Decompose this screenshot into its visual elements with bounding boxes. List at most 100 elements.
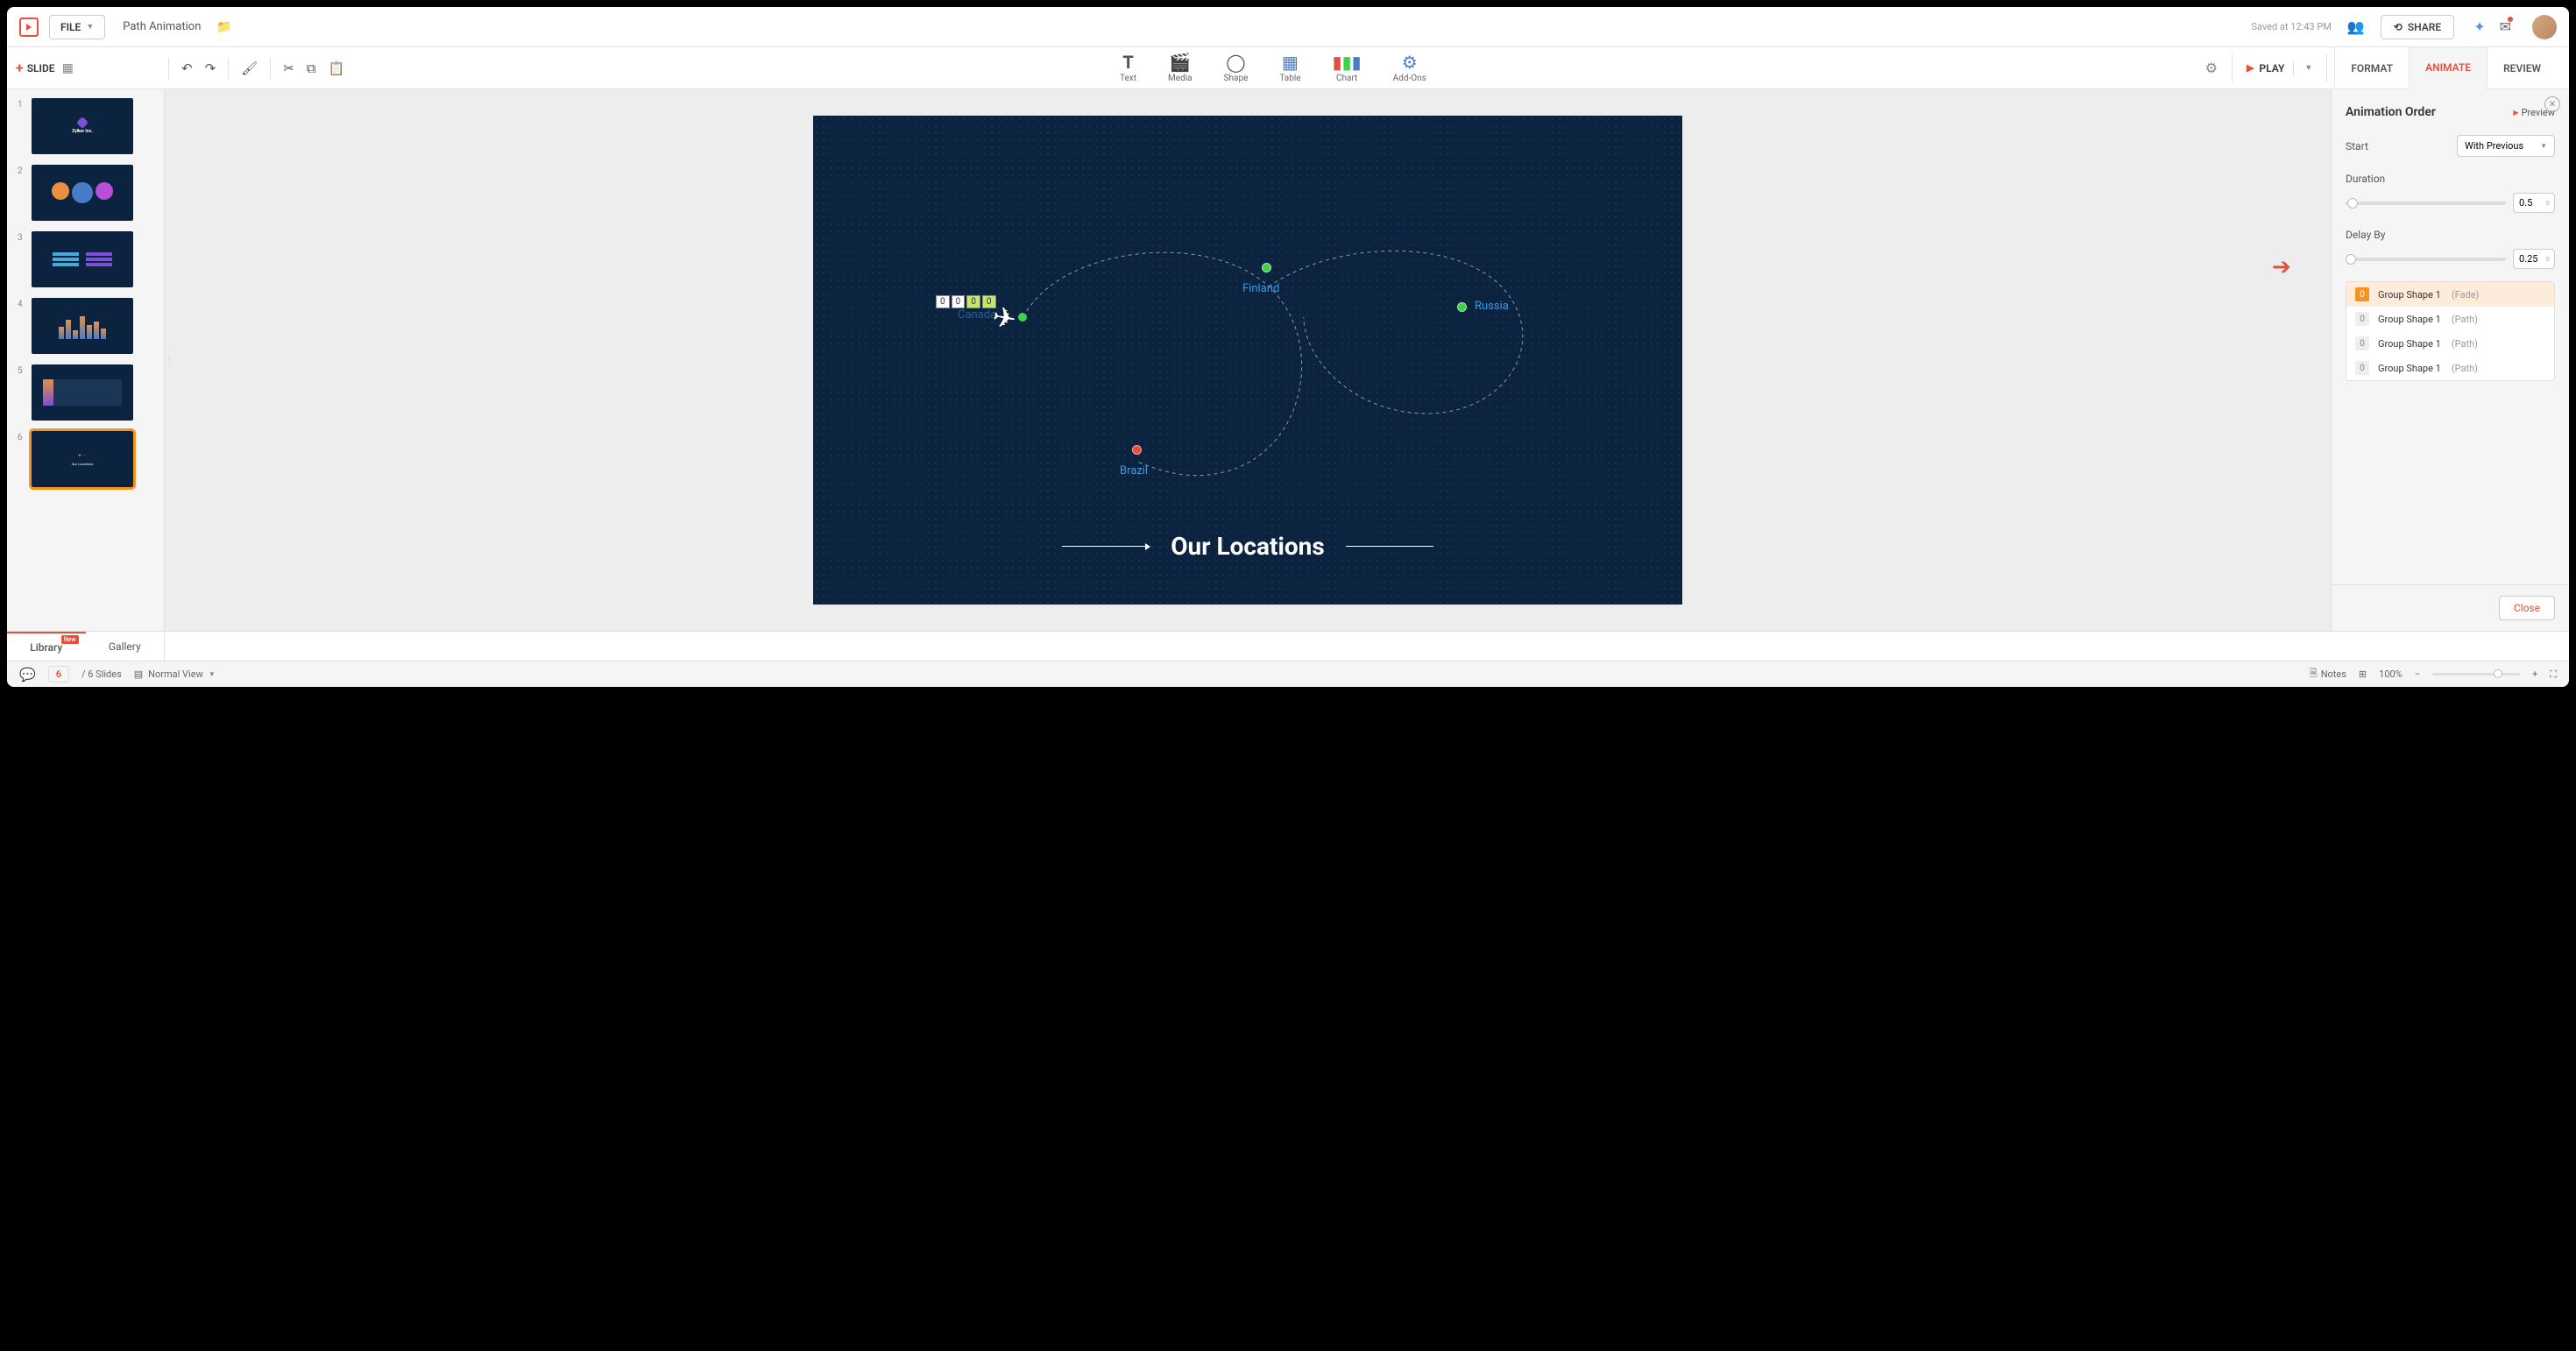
insert-shape-button[interactable]: ◯Shape xyxy=(1224,53,1249,83)
ruler-icon[interactable]: ⊞ xyxy=(2359,668,2367,680)
thumb-number: 6 xyxy=(18,431,25,487)
saved-status: Saved at 12:43 PM xyxy=(2251,21,2331,32)
thumb-number: 5 xyxy=(18,364,25,421)
delay-slider[interactable] xyxy=(2346,258,2506,261)
main-area: 1Zylker Inc. 2 3 4 5 6▸▸✈ · · ·Our Locat… xyxy=(7,89,2569,631)
zoom-out-button[interactable]: − xyxy=(2415,668,2420,680)
slide-thumbnail[interactable]: Zylker Inc. xyxy=(32,98,133,154)
mail-icon[interactable]: ✉ xyxy=(2500,18,2511,35)
addons-icon: ⚙ xyxy=(1402,53,1418,72)
view-mode-icon: ▤ xyxy=(134,668,143,680)
slide-thumbnail[interactable] xyxy=(32,364,133,421)
zoom-in-button[interactable]: + xyxy=(2532,668,2537,680)
tab-library[interactable]: NewLibrary xyxy=(7,632,86,661)
topbar: FILE ▼ Path Animation 📁 Saved at 12:43 P… xyxy=(7,7,2569,47)
thumb-number: 1 xyxy=(18,98,25,154)
tab-format[interactable]: FORMAT xyxy=(2334,47,2409,89)
insert-chart-button[interactable]: ▮▮▮Chart xyxy=(1333,53,1362,83)
tab-review[interactable]: REVIEW xyxy=(2487,47,2557,89)
insert-media-button[interactable]: 🎬Media xyxy=(1168,53,1192,83)
slide-thumbnails-panel: 1Zylker Inc. 2 3 4 5 6▸▸✈ · · ·Our Locat… xyxy=(7,89,165,631)
close-button[interactable]: Close xyxy=(2499,596,2555,620)
duration-slider[interactable] xyxy=(2346,202,2506,205)
location-dot xyxy=(1018,313,1027,322)
location-brazil[interactable]: Brazil xyxy=(1120,464,1148,477)
start-select[interactable]: With Previous▼ xyxy=(2457,135,2555,157)
slide-thumbnail[interactable] xyxy=(32,231,133,287)
location-canada[interactable]: Canada xyxy=(958,308,996,322)
copy-icon[interactable]: ⧉ xyxy=(307,60,316,76)
thumb-number: 2 xyxy=(18,165,25,221)
insert-addons-button[interactable]: ⚙Add-Ons xyxy=(1393,53,1426,83)
media-icon: 🎬 xyxy=(1169,53,1191,72)
panel-drag-handle-icon[interactable]: ⋮ xyxy=(165,356,173,365)
chevron-down-icon: ▼ xyxy=(86,22,94,32)
settings-gear-icon[interactable]: ⚙ xyxy=(2205,60,2218,76)
shape-icon: ◯ xyxy=(1226,53,1245,72)
animate-panel: ✕ ➔ Animation Order ▶Preview Start With … xyxy=(2331,89,2569,631)
thumb-number: 3 xyxy=(18,231,25,287)
cut-icon[interactable]: ✂ xyxy=(283,60,294,76)
fit-screen-icon[interactable]: ⛶ xyxy=(2550,668,2557,681)
collaborators-icon[interactable]: 👥 xyxy=(2347,18,2365,35)
undo-icon[interactable]: ↶ xyxy=(181,60,193,76)
share-label: SHARE xyxy=(2408,21,2441,33)
text-icon: 𝐓 xyxy=(1122,53,1134,72)
status-bar: 💬 6 / 6 Slides ▤Normal View▼ 🗎Notes ⊞ 10… xyxy=(7,661,2569,687)
delay-label: Delay By xyxy=(2346,229,2385,241)
app-window: FILE ▼ Path Animation 📁 Saved at 12:43 P… xyxy=(7,7,2569,687)
total-slides: / 6 Slides xyxy=(81,668,122,680)
slide-thumbnail[interactable]: ▸▸✈ · · ·Our Locations xyxy=(32,431,133,487)
notification-bell-icon[interactable]: ✦ xyxy=(2473,18,2485,35)
panel-close-button[interactable]: ✕ xyxy=(2544,96,2560,112)
layout-grid-icon[interactable]: ▦ xyxy=(62,61,74,75)
zoom-level: 100% xyxy=(2379,668,2403,680)
bottom-tabs-row: NewLibrary Gallery xyxy=(7,631,2569,661)
animation-list: 0Group Shape 1(Fade) 0Group Shape 1(Path… xyxy=(2346,281,2555,381)
location-finland[interactable]: Finland xyxy=(1242,282,1279,295)
slide-title[interactable]: Our Locations xyxy=(1171,532,1325,561)
animation-item[interactable]: 0Group Shape 1(Fade) xyxy=(2346,282,2554,307)
document-name[interactable]: Path Animation xyxy=(123,20,201,33)
user-avatar[interactable] xyxy=(2532,15,2557,39)
slide-thumbnail[interactable] xyxy=(32,298,133,354)
notes-icon: 🗎 xyxy=(2310,666,2318,683)
tab-animate[interactable]: ANIMATE xyxy=(2409,47,2487,89)
view-mode-select[interactable]: ▤Normal View▼ xyxy=(134,668,216,680)
plus-icon: + xyxy=(16,60,24,76)
file-menu-button[interactable]: FILE ▼ xyxy=(49,15,105,39)
slide-canvas[interactable]: 0 0 0 0 Canada ✈ Finland Russia Brazil O… xyxy=(813,116,1682,605)
location-dot-icon xyxy=(1457,302,1467,312)
comments-icon[interactable]: 💬 xyxy=(19,667,36,683)
redo-icon[interactable]: ↷ xyxy=(205,60,216,76)
tab-gallery[interactable]: Gallery xyxy=(86,632,165,661)
format-painter-icon[interactable]: 🖌 xyxy=(241,60,258,76)
insert-table-button[interactable]: ▦Table xyxy=(1279,53,1300,83)
paste-icon[interactable]: 📋 xyxy=(329,60,345,76)
location-russia[interactable]: Russia xyxy=(1475,300,1509,313)
chevron-down-icon: ▼ xyxy=(2540,142,2547,150)
animation-order-markers[interactable]: 0 0 0 0 xyxy=(936,295,996,308)
start-label: Start xyxy=(2346,140,2368,152)
add-slide-button[interactable]: + SLIDE xyxy=(16,60,55,76)
app-logo-icon[interactable] xyxy=(19,18,39,37)
share-button[interactable]: ⟲ SHARE xyxy=(2381,15,2454,39)
table-icon: ▦ xyxy=(1282,53,1299,72)
callout-arrow-icon: ➔ xyxy=(2272,254,2291,280)
slide-thumbnail[interactable] xyxy=(32,165,133,221)
location-dot-icon xyxy=(1132,445,1142,455)
play-triangle-icon: ▶ xyxy=(2247,62,2254,74)
animation-item[interactable]: 0Group Shape 1(Path) xyxy=(2346,356,2554,380)
chevron-down-icon: ▼ xyxy=(209,670,216,678)
notes-button[interactable]: 🗎Notes xyxy=(2310,666,2346,683)
slide-title-row: Our Locations xyxy=(813,532,1682,561)
animation-item[interactable]: 0Group Shape 1(Path) xyxy=(2346,307,2554,331)
play-button[interactable]: ▶ PLAY ▼ xyxy=(2240,58,2319,79)
insert-text-button[interactable]: 𝐓Text xyxy=(1120,53,1136,83)
folder-icon[interactable]: 📁 xyxy=(216,20,231,34)
zoom-slider[interactable] xyxy=(2432,673,2520,676)
animation-item[interactable]: 0Group Shape 1(Path) xyxy=(2346,331,2554,356)
panel-title: Animation Order xyxy=(2346,105,2436,119)
decorative-line xyxy=(1062,546,1150,547)
thumb-number: 4 xyxy=(18,298,25,354)
